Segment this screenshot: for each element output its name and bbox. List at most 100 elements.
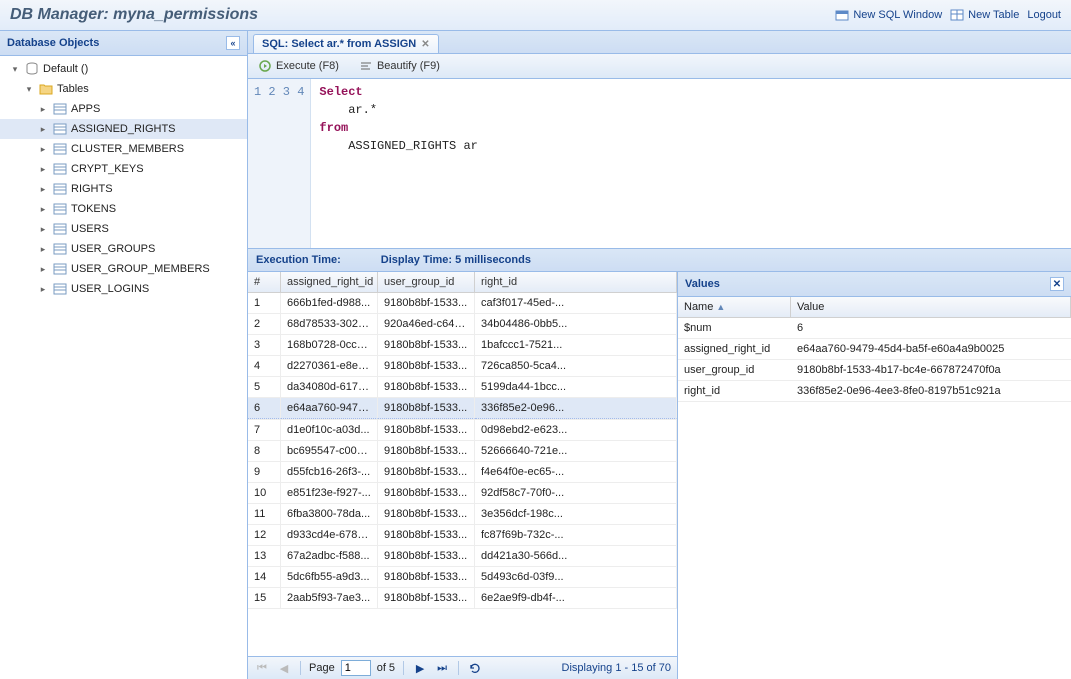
editor-toolbar: Execute (F8) Beautify (F9)	[248, 54, 1071, 79]
grid-header: #assigned_right_iduser_group_idright_id	[248, 272, 677, 293]
grid-row[interactable]: 1666b1fed-d988...9180b8bf-1533...caf3f01…	[248, 293, 677, 314]
tree-toggle-icon[interactable]: ▸	[37, 223, 49, 235]
grid-cell: 3e356dcf-198c...	[475, 504, 677, 524]
sidebar-collapse-button[interactable]: «	[226, 36, 240, 50]
editor-code[interactable]: Select ar.* from ASSIGNED_RIGHTS ar	[311, 79, 485, 248]
values-row[interactable]: $num 6	[678, 318, 1071, 339]
sql-tab[interactable]: SQL: Select ar.* from ASSIGN ✕	[253, 34, 439, 53]
tab-close-icon[interactable]: ✕	[421, 39, 429, 50]
values-row[interactable]: right_id 336f85e2-0e96-4ee3-8fe0-8197b51…	[678, 381, 1071, 402]
tree-table-node[interactable]: ▸ USER_GROUPS	[0, 239, 247, 259]
grid-cell: fc87f69b-732c-...	[475, 525, 677, 545]
tree-toggle-icon[interactable]: ▸	[37, 243, 49, 255]
first-page-button[interactable]: ⏮	[254, 660, 270, 676]
grid-cell: da34080d-617d...	[281, 377, 378, 397]
values-close-button[interactable]: ✕	[1050, 277, 1064, 291]
values-body: $num 6 assigned_right_id e64aa760-9479-4…	[678, 318, 1071, 679]
tree-table-node[interactable]: ▸ RIGHTS	[0, 179, 247, 199]
grid-cell: d55fcb16-26f3-...	[281, 462, 378, 482]
tree-table-node[interactable]: ▸ TOKENS	[0, 199, 247, 219]
logout-button[interactable]: Logout	[1027, 9, 1061, 21]
grid-cell: d1e0f10c-a03d...	[281, 420, 378, 440]
grid-row[interactable]: 4d2270361-e8e4...9180b8bf-1533...726ca85…	[248, 356, 677, 377]
tree-toggle-icon[interactable]: ▾	[9, 63, 21, 75]
tree-table-node[interactable]: ▸ CLUSTER_MEMBERS	[0, 139, 247, 159]
values-value-column[interactable]: Value	[791, 297, 1071, 317]
tree-toggle-icon[interactable]: ▸	[37, 163, 49, 175]
grid-cell: 9	[248, 462, 281, 482]
values-row[interactable]: user_group_id 9180b8bf-1533-4b17-bc4e-66…	[678, 360, 1071, 381]
paging-info: Displaying 1 - 15 of 70	[562, 662, 671, 674]
last-page-button[interactable]: ⏭	[434, 660, 450, 676]
grid-row[interactable]: 268d78533-3021...920a46ed-c64e...34b0448…	[248, 314, 677, 335]
grid-body[interactable]: 1666b1fed-d988...9180b8bf-1533...caf3f01…	[248, 293, 677, 656]
tree-table-label: CLUSTER_MEMBERS	[71, 143, 184, 155]
sidebar: Database Objects « ▾ Default () ▾ Tables…	[0, 31, 248, 679]
grid-row[interactable]: 10e851f23e-f927-...9180b8bf-1533...92df5…	[248, 483, 677, 504]
tree-table-node[interactable]: ▸ ASSIGNED_RIGHTS	[0, 119, 247, 139]
grid-cell: caf3f017-45ed-...	[475, 293, 677, 313]
grid-cell: 6	[248, 398, 281, 419]
sidebar-title: Database Objects	[7, 37, 99, 49]
grid-cell: f4e64f0e-ec65-...	[475, 462, 677, 482]
logout-label: Logout	[1027, 9, 1061, 21]
grid-row[interactable]: 6e64aa760-9479...9180b8bf-1533...336f85e…	[248, 398, 677, 420]
prev-page-button[interactable]: ◀	[276, 660, 292, 676]
grid-column-header[interactable]: right_id	[475, 272, 677, 292]
tree-root-label: Default ()	[43, 63, 88, 75]
page-total: of 5	[377, 662, 395, 674]
grid-row[interactable]: 152aab5f93-7ae3...9180b8bf-1533...6e2ae9…	[248, 588, 677, 609]
grid-row[interactable]: 145dc6fb55-a9d3...9180b8bf-1533...5d493c…	[248, 567, 677, 588]
new-table-label: New Table	[968, 9, 1019, 21]
grid-column-header[interactable]: #	[248, 272, 281, 292]
grid-cell: 666b1fed-d988...	[281, 293, 378, 313]
tree-toggle-icon[interactable]: ▸	[37, 263, 49, 275]
sql-editor[interactable]: 1 2 3 4 Select ar.* from ASSIGNED_RIGHTS…	[248, 79, 1071, 249]
grid-column-header[interactable]: user_group_id	[378, 272, 475, 292]
tree-tables-node[interactable]: ▾ Tables	[0, 79, 247, 99]
grid-column-header[interactable]: assigned_right_id	[281, 272, 378, 292]
tree-table-node[interactable]: ▸ CRYPT_KEYS	[0, 159, 247, 179]
execute-button[interactable]: Execute (F8)	[254, 57, 343, 75]
values-name-column[interactable]: Name▲	[678, 297, 791, 317]
tree-toggle-icon[interactable]: ▾	[23, 83, 35, 95]
tree-toggle-icon[interactable]: ▸	[37, 203, 49, 215]
page-input[interactable]	[341, 660, 371, 676]
tree-table-label: CRYPT_KEYS	[71, 163, 144, 175]
tree-toggle-icon[interactable]: ▸	[37, 123, 49, 135]
tree-toggle-icon[interactable]: ▸	[37, 183, 49, 195]
tree-table-node[interactable]: ▸ USER_LOGINS	[0, 279, 247, 299]
new-table-button[interactable]: New Table	[950, 8, 1019, 22]
tree-table-label: USER_GROUP_MEMBERS	[71, 263, 210, 275]
tree-root-node[interactable]: ▾ Default ()	[0, 59, 247, 79]
grid-row[interactable]: 5da34080d-617d...9180b8bf-1533...5199da4…	[248, 377, 677, 398]
beautify-button[interactable]: Beautify (F9)	[355, 57, 444, 75]
grid-cell: 14	[248, 567, 281, 587]
grid-row[interactable]: 116fba3800-78da...9180b8bf-1533...3e356d…	[248, 504, 677, 525]
tree-table-node[interactable]: ▸ USER_GROUP_MEMBERS	[0, 259, 247, 279]
paging-toolbar: ⏮ ◀ Page of 5 ▶ ⏭ Displaying 1 - 15 of 7…	[248, 656, 677, 679]
grid-row[interactable]: 7d1e0f10c-a03d...9180b8bf-1533...0d98ebd…	[248, 420, 677, 441]
grid-row[interactable]: 1367a2adbc-f588...9180b8bf-1533...dd421a…	[248, 546, 677, 567]
values-name-cell: assigned_right_id	[678, 339, 791, 359]
grid-cell: 5199da44-1bcc...	[475, 377, 677, 397]
tree-toggle-icon[interactable]: ▸	[37, 103, 49, 115]
grid-row[interactable]: 3168b0728-0cc7...9180b8bf-1533...1bafccc…	[248, 335, 677, 356]
table-icon	[950, 8, 964, 22]
grid-cell: 11	[248, 504, 281, 524]
refresh-button[interactable]	[467, 660, 483, 676]
tree: ▾ Default () ▾ Tables ▸ APPS ▸ ASSIGNED_…	[0, 56, 247, 679]
tree-table-node[interactable]: ▸ USERS	[0, 219, 247, 239]
tree-toggle-icon[interactable]: ▸	[37, 283, 49, 295]
grid-row[interactable]: 12d933cd4e-6781...9180b8bf-1533...fc87f6…	[248, 525, 677, 546]
tree-toggle-icon[interactable]: ▸	[37, 143, 49, 155]
execute-icon	[258, 59, 272, 73]
values-row[interactable]: assigned_right_id e64aa760-9479-45d4-ba5…	[678, 339, 1071, 360]
database-icon	[24, 61, 40, 77]
next-page-button[interactable]: ▶	[412, 660, 428, 676]
app-header: DB Manager: myna_permissions New SQL Win…	[0, 0, 1071, 31]
new-sql-window-button[interactable]: New SQL Window	[835, 8, 942, 22]
tree-table-node[interactable]: ▸ APPS	[0, 99, 247, 119]
grid-row[interactable]: 8bc695547-c002...9180b8bf-1533...5266664…	[248, 441, 677, 462]
grid-row[interactable]: 9d55fcb16-26f3-...9180b8bf-1533...f4e64f…	[248, 462, 677, 483]
